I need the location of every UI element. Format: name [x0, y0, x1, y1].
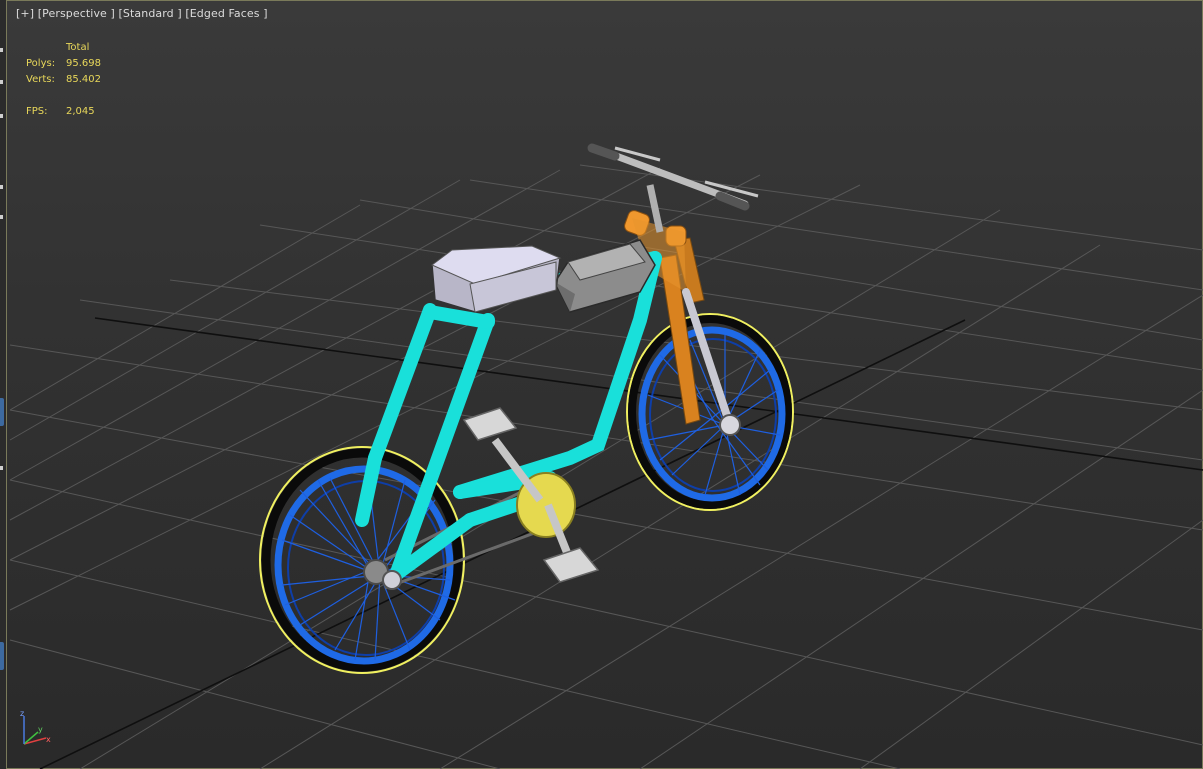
verts-value: 85.402 [66, 74, 101, 85]
axis-tripod-icon: z y x [20, 709, 51, 745]
polys-label: Polys: [26, 58, 56, 69]
perspective-viewport[interactable]: [+] [Perspective ] [Standard ] [Edged Fa… [6, 0, 1203, 769]
axis-z-label: z [20, 709, 24, 718]
axis-x-label: x [46, 735, 51, 744]
strip-marker [0, 466, 3, 470]
strip-marker [0, 114, 3, 118]
statistics-overlay: Total Polys: 95.698 Verts: 85.402 FPS: 2,04… [26, 40, 101, 120]
stats-total-header: Total [66, 42, 90, 53]
axis-y-label: y [38, 725, 43, 734]
point-of-view-menu[interactable]: [Perspective ] [38, 7, 115, 20]
strip-marker [0, 80, 3, 84]
strip-marker [0, 48, 3, 52]
strip-marker [0, 185, 3, 189]
viewport-label-menu[interactable]: [+] [Perspective ] [Standard ] [Edged Fa… [16, 7, 268, 20]
display-mode-menu[interactable]: [Edged Faces ] [185, 7, 267, 20]
shading-menu[interactable]: [Standard ] [119, 7, 182, 20]
verts-label: Verts: [26, 74, 55, 85]
rear-axle [382, 570, 402, 590]
viewport-plus-menu[interactable]: [+] [16, 7, 34, 20]
strip-tab[interactable] [0, 398, 4, 426]
seat[interactable] [431, 245, 562, 313]
strip-marker [0, 215, 3, 219]
polys-value: 95.698 [66, 58, 101, 69]
scene-render[interactable] [6, 0, 1203, 769]
fps-label: FPS: [26, 106, 48, 117]
front-wheel[interactable] [626, 313, 794, 511]
strip-tab[interactable] [0, 642, 4, 670]
fps-value: 2,045 [66, 106, 95, 117]
